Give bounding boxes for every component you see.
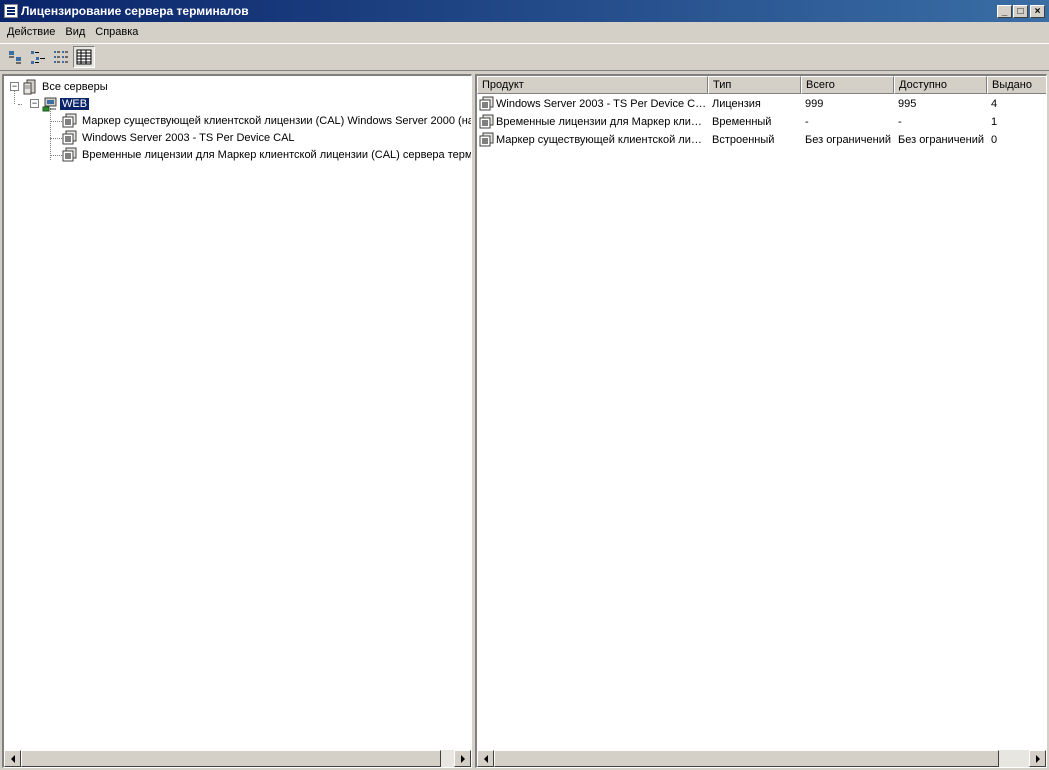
title-bar: Лицензирование сервера терминалов _ □ × (0, 0, 1049, 22)
cell-issued: 1 (991, 116, 998, 128)
tree-label-license: Windows Server 2003 - TS Per Device CAL (82, 131, 295, 144)
collapse-toggle[interactable]: − (10, 82, 19, 91)
scroll-left-button[interactable] (477, 750, 494, 767)
arrow-left-icon (10, 754, 15, 763)
details-icon (76, 49, 92, 65)
large-icons-view-button[interactable] (4, 46, 26, 68)
cell-total: 999 (805, 98, 824, 110)
cell-available: Без ограничений (898, 134, 984, 146)
tree-item-license[interactable]: Временные лицензии для Маркер клиентской… (6, 146, 471, 163)
list-pane[interactable]: Продукт Тип Всего Доступно Выдано Window… (475, 74, 1047, 768)
tree-label-web-server: WEB (58, 96, 91, 111)
window-title: Лицензирование сервера терминалов (21, 4, 249, 18)
all-servers-icon (23, 79, 36, 94)
license-list: Windows Server 2003 - TS Per Device CAL … (477, 95, 1046, 149)
list-header: Продукт Тип Всего Доступно Выдано (477, 76, 1046, 94)
column-header-type[interactable]: Тип (708, 76, 801, 94)
toolbar (0, 43, 1049, 71)
small-icons-view-button[interactable] (27, 46, 49, 68)
table-row[interactable]: Маркер существующей клиентской лице... В… (477, 131, 1046, 149)
right-horizontal-scrollbar[interactable] (477, 750, 1046, 767)
arrow-left-icon (483, 754, 488, 763)
tree-item-license[interactable]: Windows Server 2003 - TS Per Device CAL (6, 129, 471, 146)
scroll-right-button[interactable] (1029, 750, 1046, 767)
cell-total: Без ограничений (805, 134, 891, 146)
arrow-right-icon (1035, 754, 1040, 763)
license-tree: − Все серверы − WEB Маркер существующей … (6, 78, 471, 163)
column-header-total[interactable]: Всего (801, 76, 894, 94)
tree-label-all-servers: Все серверы (42, 80, 108, 93)
server-icon (42, 97, 57, 111)
license-pack-icon (62, 147, 77, 161)
tree-item-license[interactable]: Маркер существующей клиентской лицензии … (6, 112, 471, 129)
arrow-right-icon (460, 754, 465, 763)
scroll-thumb[interactable] (494, 750, 999, 767)
scroll-right-button[interactable] (454, 750, 471, 767)
list-icon (54, 51, 68, 63)
menu-action[interactable]: Действие (2, 26, 60, 38)
menu-view[interactable]: Вид (60, 26, 90, 38)
cell-product: Временные лицензии для Маркер клиентс... (496, 116, 708, 128)
app-icon (4, 4, 18, 18)
cell-issued: 4 (991, 98, 998, 110)
cell-issued: 0 (991, 134, 998, 146)
column-header-product[interactable]: Продукт (477, 76, 708, 94)
minimize-button[interactable]: _ (997, 4, 1012, 18)
table-row[interactable]: Windows Server 2003 - TS Per Device CAL … (477, 95, 1046, 113)
maximize-button[interactable]: □ (1013, 4, 1028, 18)
cell-type: Лицензия (712, 98, 761, 110)
menu-help[interactable]: Справка (90, 26, 143, 38)
license-pack-icon (479, 114, 494, 129)
left-horizontal-scrollbar[interactable] (4, 750, 471, 767)
large-icons-icon (9, 51, 21, 64)
scroll-thumb[interactable] (21, 750, 441, 767)
license-pack-icon (479, 96, 494, 111)
collapse-toggle[interactable]: − (30, 99, 39, 108)
table-row[interactable]: Временные лицензии для Маркер клиентс...… (477, 113, 1046, 131)
tree-label-license: Маркер существующей клиентской лицензии … (82, 114, 472, 127)
small-icons-icon (31, 51, 45, 64)
license-pack-icon (62, 113, 77, 127)
tree-pane[interactable]: − Все серверы − WEB Маркер существующей … (2, 74, 472, 768)
scroll-left-button[interactable] (4, 750, 21, 767)
cell-product: Windows Server 2003 - TS Per Device CAL (496, 98, 708, 110)
cell-available: - (898, 116, 902, 128)
tree-label-license: Временные лицензии для Маркер клиентской… (82, 148, 472, 161)
close-button[interactable]: × (1030, 4, 1045, 18)
details-view-button[interactable] (73, 46, 95, 68)
license-pack-icon (479, 132, 494, 147)
menu-bar: Действие Вид Справка (0, 22, 1049, 42)
cell-available: 995 (898, 98, 917, 110)
license-pack-icon (62, 130, 77, 144)
column-header-issued[interactable]: Выдано (987, 76, 1046, 94)
list-view-button[interactable] (50, 46, 72, 68)
tree-item-web-server[interactable]: − WEB (6, 95, 471, 112)
tree-item-all-servers[interactable]: − Все серверы (6, 78, 471, 95)
cell-type: Временный (712, 116, 772, 128)
cell-product: Маркер существующей клиентской лице... (496, 134, 708, 146)
cell-total: - (805, 116, 809, 128)
column-header-available[interactable]: Доступно (894, 76, 987, 94)
cell-type: Встроенный (712, 134, 775, 146)
